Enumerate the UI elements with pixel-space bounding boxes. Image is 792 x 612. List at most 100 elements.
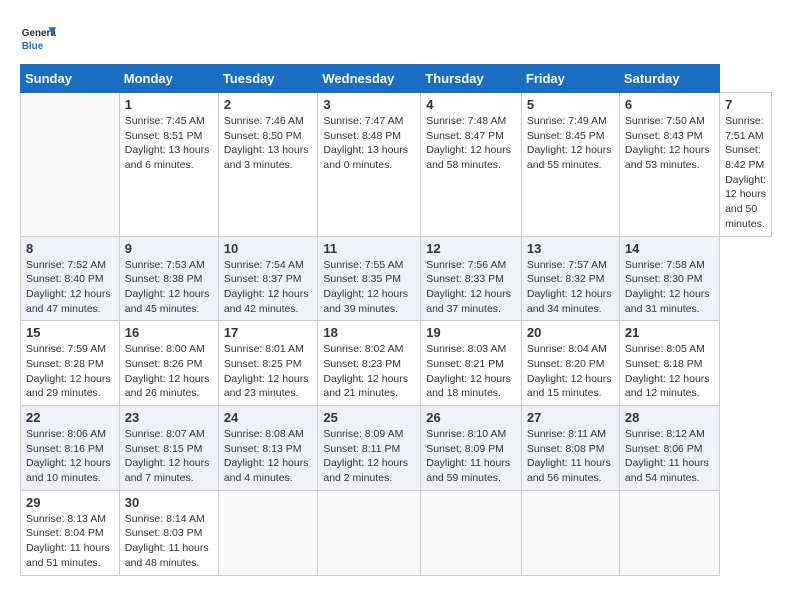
day-info: Sunrise: 7:56 AMSunset: 8:33 PMDaylight:… [426,258,516,317]
logo: General Blue [20,20,56,56]
day-number: 13 [527,241,614,256]
weekday-header-monday: Monday [119,65,218,93]
day-number: 2 [224,97,313,112]
day-number: 25 [323,410,415,425]
calendar-day-cell [421,490,522,575]
day-info: Sunrise: 7:52 AMSunset: 8:40 PMDaylight:… [26,258,114,317]
weekday-header-tuesday: Tuesday [218,65,318,93]
calendar-day-cell: 18Sunrise: 8:02 AMSunset: 8:23 PMDayligh… [318,321,421,406]
day-number: 8 [26,241,114,256]
day-info: Sunrise: 7:50 AMSunset: 8:43 PMDaylight:… [625,114,714,173]
day-number: 26 [426,410,516,425]
calendar-day-cell: 5Sunrise: 7:49 AMSunset: 8:45 PMDaylight… [521,93,619,237]
day-info: Sunrise: 7:46 AMSunset: 8:50 PMDaylight:… [224,114,313,173]
calendar-day-cell [318,490,421,575]
calendar-day-cell: 29 Sunrise: 8:13 AMSunset: 8:04 PMDayligh… [21,490,120,575]
day-number: 23 [125,410,213,425]
day-number: 16 [125,325,213,340]
calendar-day-cell: 6 Sunrise: 7:50 AMSunset: 8:43 PMDaylight… [619,93,719,237]
weekday-header-wednesday: Wednesday [318,65,421,93]
day-number: 17 [224,325,313,340]
day-number: 20 [527,325,614,340]
calendar-day-cell: 17 Sunrise: 8:01 AMSunset: 8:25 PMDayligh… [218,321,318,406]
day-number: 27 [527,410,614,425]
day-info: Sunrise: 7:53 AMSunset: 8:38 PMDaylight:… [125,258,213,317]
calendar-day-cell: 9Sunrise: 7:53 AMSunset: 8:38 PMDaylight… [119,236,218,321]
day-number: 29 [26,495,114,510]
calendar-day-cell: 1 Sunrise: 7:45 AMSunset: 8:51 PMDaylight… [119,93,218,237]
calendar-day-cell: 14 Sunrise: 7:58 AMSunset: 8:30 PMDayligh… [619,236,719,321]
day-info: Sunrise: 8:14 AMSunset: 8:03 PMDaylight:… [125,512,213,571]
day-number: 6 [625,97,714,112]
calendar-day-cell: 2 Sunrise: 7:46 AMSunset: 8:50 PMDaylight… [218,93,318,237]
calendar-day-cell: 19 Sunrise: 8:03 AMSunset: 8:21 PMDayligh… [421,321,522,406]
day-info: Sunrise: 8:08 AMSunset: 8:13 PMDaylight:… [224,427,313,486]
day-info: Sunrise: 8:13 AMSunset: 8:04 PMDaylight:… [26,512,114,571]
calendar-week-row: 1 Sunrise: 7:45 AMSunset: 8:51 PMDaylight… [21,93,772,237]
day-info: Sunrise: 7:47 AMSunset: 8:48 PMDaylight:… [323,114,415,173]
day-number: 5 [527,97,614,112]
weekday-header-saturday: Saturday [619,65,719,93]
calendar-day-cell [521,490,619,575]
calendar-week-row: 15Sunrise: 7:59 AMSunset: 8:28 PMDayligh… [21,321,772,406]
day-number: 22 [26,410,114,425]
weekday-header-thursday: Thursday [421,65,522,93]
day-info: Sunrise: 8:10 AMSunset: 8:09 PMDaylight:… [426,427,516,486]
day-info: Sunrise: 7:48 AMSunset: 8:47 PMDaylight:… [426,114,516,173]
calendar-day-cell: 16Sunrise: 8:00 AMSunset: 8:26 PMDayligh… [119,321,218,406]
calendar-day-cell: 3 Sunrise: 7:47 AMSunset: 8:48 PMDaylight… [318,93,421,237]
calendar-day-cell: 7 Sunrise: 7:51 AMSunset: 8:42 PMDaylight… [720,93,772,237]
empty-cell [21,93,120,237]
day-number: 19 [426,325,516,340]
day-info: Sunrise: 8:05 AMSunset: 8:18 PMDaylight:… [625,342,714,401]
calendar-day-cell: 20 Sunrise: 8:04 AMSunset: 8:20 PMDayligh… [521,321,619,406]
weekday-header-sunday: Sunday [21,65,120,93]
calendar-day-cell: 24Sunrise: 8:08 AMSunset: 8:13 PMDayligh… [218,406,318,491]
calendar-day-cell: 26 Sunrise: 8:10 AMSunset: 8:09 PMDayligh… [421,406,522,491]
calendar-day-cell: 12 Sunrise: 7:56 AMSunset: 8:33 PMDayligh… [421,236,522,321]
calendar-day-cell: 8 Sunrise: 7:52 AMSunset: 8:40 PMDaylight… [21,236,120,321]
day-info: Sunrise: 8:04 AMSunset: 8:20 PMDaylight:… [527,342,614,401]
day-info: Sunrise: 8:01 AMSunset: 8:25 PMDaylight:… [224,342,313,401]
weekday-header-row: SundayMondayTuesdayWednesdayThursdayFrid… [21,65,772,93]
day-info: Sunrise: 7:51 AMSunset: 8:42 PMDaylight:… [725,114,766,232]
day-info: Sunrise: 7:54 AMSunset: 8:37 PMDaylight:… [224,258,313,317]
day-number: 28 [625,410,714,425]
calendar-day-cell: 4 Sunrise: 7:48 AMSunset: 8:47 PMDaylight… [421,93,522,237]
day-info: Sunrise: 7:55 AMSunset: 8:35 PMDaylight:… [323,258,415,317]
day-number: 7 [725,97,766,112]
calendar-day-cell: 30 Sunrise: 8:14 AMSunset: 8:03 PMDayligh… [119,490,218,575]
calendar-week-row: 29 Sunrise: 8:13 AMSunset: 8:04 PMDayligh… [21,490,772,575]
logo-icon: General Blue [20,20,56,56]
day-info: Sunrise: 8:02 AMSunset: 8:23 PMDaylight:… [323,342,415,401]
day-number: 12 [426,241,516,256]
calendar-day-cell: 23 Sunrise: 8:07 AMSunset: 8:15 PMDayligh… [119,406,218,491]
day-info: Sunrise: 8:09 AMSunset: 8:11 PMDaylight:… [323,427,415,486]
calendar-day-cell: 28 Sunrise: 8:12 AMSunset: 8:06 PMDayligh… [619,406,719,491]
calendar-week-row: 22 Sunrise: 8:06 AMSunset: 8:16 PMDayligh… [21,406,772,491]
calendar-day-cell: 22 Sunrise: 8:06 AMSunset: 8:16 PMDayligh… [21,406,120,491]
weekday-header-friday: Friday [521,65,619,93]
calendar-day-cell: 25 Sunrise: 8:09 AMSunset: 8:11 PMDayligh… [318,406,421,491]
calendar-day-cell: 27 Sunrise: 8:11 AMSunset: 8:08 PMDayligh… [521,406,619,491]
day-info: Sunrise: 8:07 AMSunset: 8:15 PMDaylight:… [125,427,213,486]
calendar-day-cell: 13Sunrise: 7:57 AMSunset: 8:32 PMDayligh… [521,236,619,321]
calendar-day-cell [218,490,318,575]
day-number: 21 [625,325,714,340]
day-number: 14 [625,241,714,256]
day-number: 30 [125,495,213,510]
calendar-table: SundayMondayTuesdayWednesdayThursdayFrid… [20,64,772,576]
day-info: Sunrise: 8:03 AMSunset: 8:21 PMDaylight:… [426,342,516,401]
day-number: 1 [125,97,213,112]
day-info: Sunrise: 8:12 AMSunset: 8:06 PMDaylight:… [625,427,714,486]
day-info: Sunrise: 8:11 AMSunset: 8:08 PMDaylight:… [527,427,614,486]
calendar-day-cell: 11Sunrise: 7:55 AMSunset: 8:35 PMDayligh… [318,236,421,321]
day-info: Sunrise: 8:06 AMSunset: 8:16 PMDaylight:… [26,427,114,486]
day-info: Sunrise: 7:45 AMSunset: 8:51 PMDaylight:… [125,114,213,173]
day-number: 3 [323,97,415,112]
day-number: 4 [426,97,516,112]
calendar-day-cell: 15Sunrise: 7:59 AMSunset: 8:28 PMDayligh… [21,321,120,406]
day-info: Sunrise: 7:58 AMSunset: 8:30 PMDaylight:… [625,258,714,317]
day-number: 10 [224,241,313,256]
calendar-week-row: 8 Sunrise: 7:52 AMSunset: 8:40 PMDaylight… [21,236,772,321]
